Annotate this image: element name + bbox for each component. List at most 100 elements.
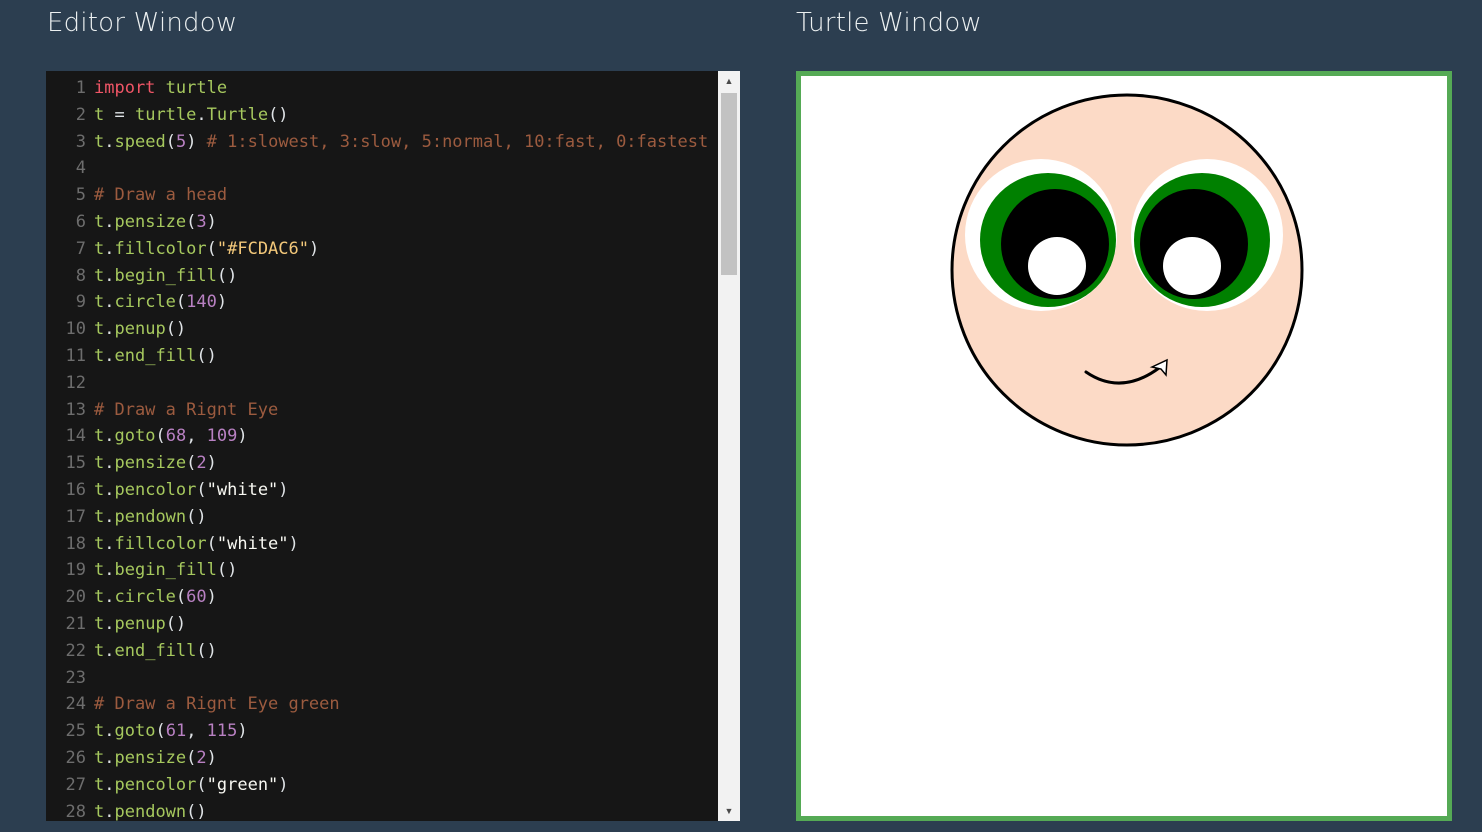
code-token: goto bbox=[114, 426, 156, 447]
code-token: . bbox=[104, 265, 115, 286]
code-token: "#FCDAC6" bbox=[216, 238, 309, 259]
line-number: 22 bbox=[65, 640, 86, 661]
code-line[interactable]: 26 t.pensize(2) bbox=[46, 745, 718, 772]
code-token: t bbox=[94, 613, 105, 634]
code-token: () bbox=[186, 506, 207, 527]
editor-scrollbar[interactable]: ▲ ▼ bbox=[718, 71, 740, 821]
line-number: 14 bbox=[65, 426, 86, 447]
code-editor[interactable]: 1 import turtle 2 t = turtle.Turtle() 3 t.spe… bbox=[46, 71, 740, 821]
code-token: . bbox=[104, 345, 115, 366]
code-token: 115 bbox=[206, 721, 238, 742]
code-token: ) bbox=[288, 533, 299, 554]
code-token: t bbox=[94, 587, 105, 608]
scroll-up-icon[interactable]: ▲ bbox=[718, 71, 740, 91]
code-token: ) bbox=[206, 747, 217, 768]
code-line[interactable]: 10 t.penup() bbox=[46, 316, 718, 343]
code-token: ) bbox=[206, 211, 217, 232]
code-line[interactable]: 25 t.goto(61, 115) bbox=[46, 718, 718, 745]
code-token: , bbox=[186, 721, 207, 742]
code-line[interactable]: 19 t.begin_fill() bbox=[46, 557, 718, 584]
code-line[interactable]: 9 t.circle(140) bbox=[46, 289, 718, 316]
code-line[interactable]: 14 t.goto(68, 109) bbox=[46, 423, 718, 450]
code-line[interactable]: 28 t.pendown() bbox=[46, 799, 718, 821]
code-token: # 1:slowest, 3:slow, 5:normal, 10:fast, … bbox=[206, 131, 709, 152]
code-token: ( bbox=[186, 453, 197, 474]
code-line[interactable]: 2t = turtle.Turtle() bbox=[46, 102, 718, 129]
code-token: "green" bbox=[206, 774, 279, 795]
code-token: begin_fill bbox=[114, 265, 217, 286]
code-token: ( bbox=[196, 774, 207, 795]
code-line[interactable]: 16 t.pencolor("white") bbox=[46, 477, 718, 504]
code-line[interactable]: 22 t.end_fill() bbox=[46, 638, 718, 665]
code-token: . bbox=[104, 587, 115, 608]
code-line[interactable]: 23 bbox=[46, 665, 718, 692]
code-line[interactable]: 15 t.pensize(2) bbox=[46, 450, 718, 477]
code-token: () bbox=[196, 640, 217, 661]
code-token: 140 bbox=[186, 292, 217, 313]
turtle-canvas bbox=[796, 71, 1452, 821]
code-line[interactable]: 4 bbox=[46, 155, 718, 182]
code-token: begin_fill bbox=[114, 560, 217, 581]
code-token: t bbox=[94, 104, 105, 125]
code-token: t bbox=[94, 211, 105, 232]
code-token: . bbox=[104, 131, 115, 152]
code-token: goto bbox=[114, 721, 156, 742]
code-token: "white" bbox=[216, 533, 289, 554]
code-line[interactable]: 13 # Draw a Rignt Eye bbox=[46, 397, 718, 424]
code-line[interactable]: 3 t.speed(5) # 1:slowest, 3:slow, 5:norma… bbox=[46, 129, 718, 156]
code-token: end_fill bbox=[114, 640, 197, 661]
code-token: ( bbox=[175, 292, 187, 313]
code-line[interactable]: 18 t.fillcolor("white") bbox=[46, 531, 718, 558]
code-token: ( bbox=[186, 747, 197, 768]
code-line[interactable]: 20 t.circle(60) bbox=[46, 584, 718, 611]
scroll-thumb[interactable] bbox=[721, 93, 737, 275]
code-area[interactable]: 1 import turtle 2 t = turtle.Turtle() 3 t.spe… bbox=[46, 71, 718, 821]
code-token: end_fill bbox=[114, 345, 197, 366]
code-token: 2 bbox=[196, 453, 207, 474]
code-line[interactable]: 6 t.pensize(3) bbox=[46, 209, 718, 236]
line-number: 19 bbox=[65, 560, 86, 581]
code-line[interactable]: 12 bbox=[46, 370, 718, 397]
line-number: 12 bbox=[65, 372, 86, 393]
code-token: t bbox=[94, 506, 105, 527]
code-token: turtle bbox=[165, 78, 228, 98]
code-token: t bbox=[94, 479, 105, 500]
line-number: 24 bbox=[65, 694, 86, 715]
code-token: ( bbox=[206, 533, 217, 554]
code-line[interactable]: 1 import turtle bbox=[46, 75, 718, 102]
line-number: 23 bbox=[65, 667, 86, 688]
line-number: 8 bbox=[75, 265, 86, 286]
code-token: speed bbox=[114, 131, 166, 152]
code-token: ( bbox=[175, 587, 187, 608]
code-token: circle bbox=[114, 587, 176, 608]
code-token: pensize bbox=[114, 453, 187, 474]
code-token: . bbox=[104, 774, 115, 795]
code-token: ( bbox=[186, 211, 197, 232]
scroll-down-icon[interactable]: ▼ bbox=[718, 801, 740, 821]
code-token: penup bbox=[114, 613, 166, 634]
right-eye-highlight bbox=[1163, 237, 1221, 295]
code-line[interactable]: 21 t.penup() bbox=[46, 611, 718, 638]
code-line[interactable]: 27 t.pencolor("green") bbox=[46, 772, 718, 799]
code-line[interactable]: 11 t.end_fill() bbox=[46, 343, 718, 370]
code-token: t bbox=[94, 131, 105, 152]
code-line[interactable]: 8 t.begin_fill() bbox=[46, 263, 718, 290]
code-token: ) bbox=[186, 131, 207, 152]
code-token: . bbox=[104, 533, 115, 554]
code-token: ( bbox=[206, 238, 217, 259]
turtle-window-title: Turtle Window bbox=[796, 8, 982, 38]
code-token: ) bbox=[216, 292, 228, 313]
code-line[interactable]: 17 t.pendown() bbox=[46, 504, 718, 531]
code-token: t bbox=[94, 533, 105, 554]
code-token: . bbox=[104, 721, 115, 742]
code-line[interactable]: 5 # Draw a head bbox=[46, 182, 718, 209]
code-token: . bbox=[104, 238, 115, 259]
line-number: 13 bbox=[65, 399, 86, 420]
code-token: () bbox=[165, 613, 187, 634]
code-token: # Draw a Rignt Eye bbox=[94, 399, 279, 420]
line-number: 26 bbox=[65, 747, 86, 768]
code-line[interactable]: 7 t.fillcolor("#FCDAC6") bbox=[46, 236, 718, 263]
code-line[interactable]: 24 # Draw a Rignt Eye green bbox=[46, 691, 718, 718]
line-number: 11 bbox=[65, 345, 86, 366]
